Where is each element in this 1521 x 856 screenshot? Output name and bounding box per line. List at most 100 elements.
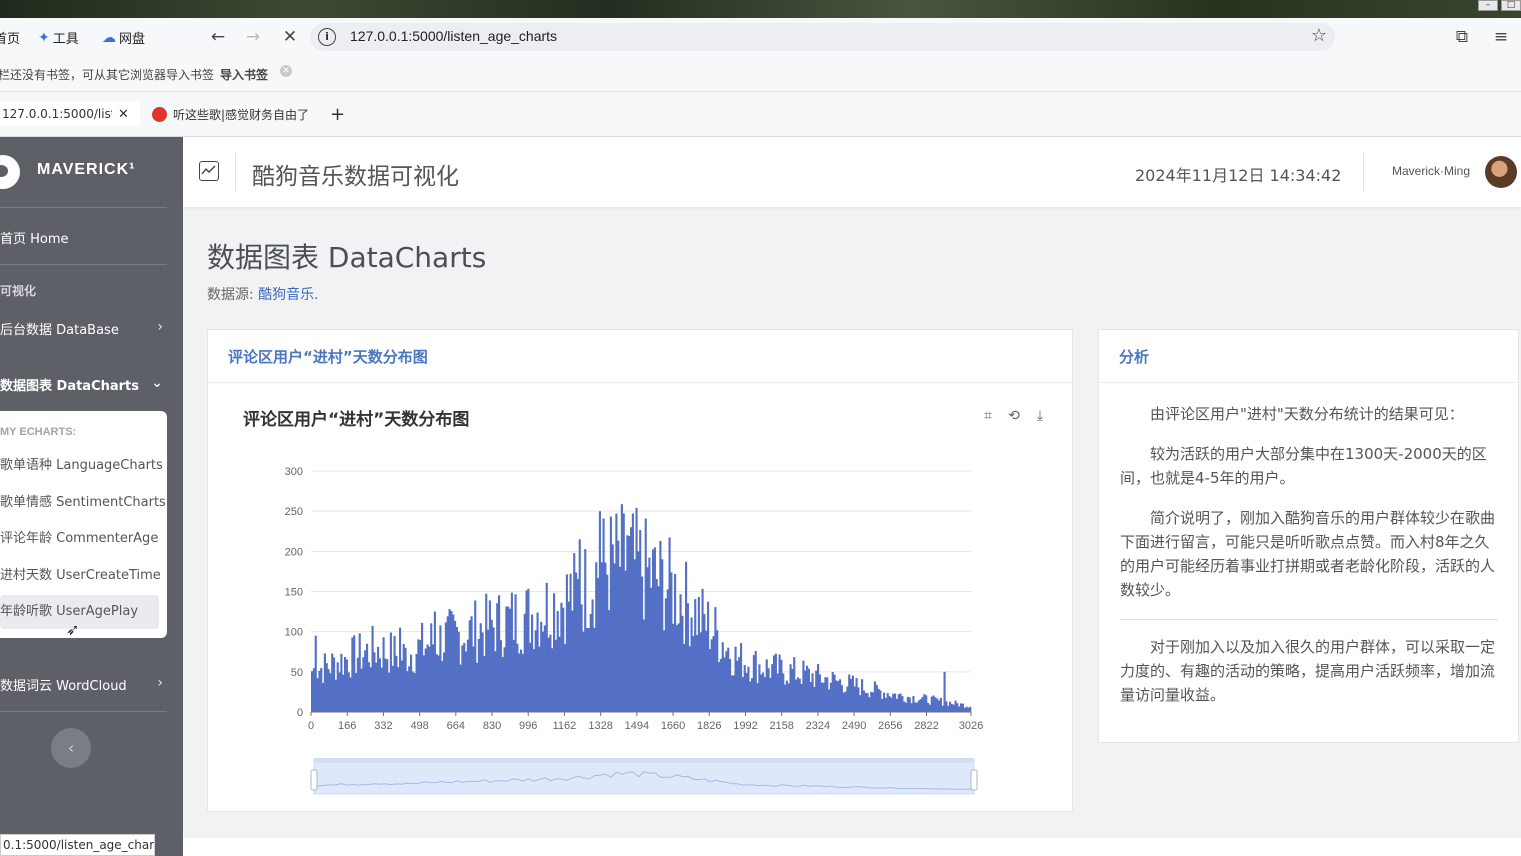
histogram-bar[interactable] (477, 638, 480, 712)
histogram-bar[interactable] (826, 677, 829, 712)
histogram-bar[interactable] (853, 686, 856, 712)
histogram-bar[interactable] (615, 513, 618, 712)
histogram-bar[interactable] (637, 551, 640, 712)
histogram-bar[interactable] (729, 658, 732, 712)
submenu-item-user-create-time[interactable]: 进村天数 UserCreateTime (0, 559, 161, 593)
histogram-bar[interactable] (701, 588, 704, 712)
histogram-bar[interactable] (389, 632, 392, 712)
histogram-bar[interactable] (512, 639, 515, 712)
histogram-bar[interactable] (378, 658, 381, 712)
histogram-bar[interactable] (598, 511, 601, 712)
histogram-bar[interactable] (400, 660, 403, 712)
histogram-bar[interactable] (661, 559, 664, 712)
histogram-bar[interactable] (855, 678, 858, 712)
histogram-bar[interactable] (554, 639, 557, 712)
histogram-bar[interactable] (523, 613, 526, 712)
histogram-bar[interactable] (455, 626, 458, 712)
histogram-bar[interactable] (531, 614, 534, 712)
histogram-bar[interactable] (846, 686, 849, 712)
histogram-bar[interactable] (624, 570, 627, 712)
histogram-bar[interactable] (338, 672, 341, 712)
histogram-bar[interactable] (340, 653, 343, 712)
histogram-bar[interactable] (356, 657, 359, 712)
histogram-bar[interactable] (875, 684, 878, 712)
histogram-bar[interactable] (510, 592, 513, 712)
histogram-bar[interactable] (521, 653, 524, 712)
histogram-bar[interactable] (703, 613, 706, 712)
histogram-bar[interactable] (818, 674, 821, 712)
histogram-bar[interactable] (708, 649, 711, 712)
histogram-bar[interactable] (767, 668, 770, 712)
histogram-bar[interactable] (527, 588, 530, 712)
histogram-bar[interactable] (333, 657, 336, 712)
histogram-bar[interactable] (958, 706, 961, 712)
histogram-bar[interactable] (780, 659, 783, 712)
histogram-bar[interactable] (336, 662, 339, 712)
histogram-bar[interactable] (483, 655, 486, 712)
histogram-bar[interactable] (635, 507, 638, 712)
histogram-bar[interactable] (474, 600, 477, 712)
histogram-bar[interactable] (967, 707, 970, 712)
histogram-bar[interactable] (773, 655, 776, 712)
histogram-bar[interactable] (421, 622, 424, 712)
histogram-bar[interactable] (859, 695, 862, 712)
histogram-bar[interactable] (908, 697, 911, 712)
histogram-bar[interactable] (311, 671, 314, 712)
histogram-bar[interactable] (492, 627, 495, 712)
stop-icon[interactable]: ✕ (279, 26, 301, 48)
histogram-bar[interactable] (485, 593, 488, 712)
histogram-bar[interactable] (642, 619, 645, 712)
histogram-bar[interactable] (399, 627, 402, 712)
histogram-bar[interactable] (835, 680, 838, 712)
histogram-bar[interactable] (828, 689, 831, 712)
histogram-bar[interactable] (331, 653, 334, 712)
histogram-bar[interactable] (927, 702, 930, 712)
histogram-bar[interactable] (571, 610, 574, 712)
histogram-bar[interactable] (668, 537, 671, 712)
histogram-bar[interactable] (432, 644, 435, 712)
histogram-bar[interactable] (793, 657, 796, 712)
histogram-bar[interactable] (626, 535, 629, 712)
histogram-bar[interactable] (683, 643, 686, 712)
histogram-bar[interactable] (417, 639, 420, 712)
histogram-bar[interactable] (868, 697, 871, 712)
histogram-bar[interactable] (613, 563, 616, 712)
histogram-bar[interactable] (965, 706, 968, 712)
close-hint-icon[interactable]: ✕ (280, 65, 292, 77)
histogram-bar[interactable] (736, 660, 739, 712)
histogram-bar[interactable] (686, 603, 689, 712)
histogram-bar[interactable] (809, 682, 812, 712)
histogram-bar[interactable] (928, 704, 931, 712)
histogram-bar[interactable] (914, 702, 917, 712)
histogram-bar[interactable] (580, 604, 583, 712)
histogram-bar[interactable] (749, 681, 752, 712)
histogram-bar[interactable] (641, 576, 644, 712)
avatar[interactable] (1485, 156, 1517, 188)
histogram-bar[interactable] (952, 704, 955, 712)
histogram-bar[interactable] (732, 675, 735, 712)
histogram-bar[interactable] (785, 680, 788, 712)
histogram-bar[interactable] (397, 667, 400, 712)
histogram-bar[interactable] (741, 677, 744, 712)
source-link[interactable]: 酷狗音乐. (258, 287, 318, 303)
histogram-bar[interactable] (584, 549, 587, 712)
histogram-bar[interactable] (712, 636, 715, 712)
sidebar-item-home[interactable]: 首页 Home (0, 228, 167, 247)
histogram-bar[interactable] (499, 640, 502, 712)
histogram-bar[interactable] (945, 701, 948, 712)
histogram-bar[interactable] (949, 701, 952, 712)
histogram-bar[interactable] (344, 657, 347, 712)
histogram-bar[interactable] (375, 662, 378, 712)
histogram-bar[interactable] (848, 674, 851, 712)
histogram-bar[interactable] (556, 611, 559, 712)
histogram-bar[interactable] (441, 660, 444, 712)
histogram-bar[interactable] (468, 620, 471, 712)
new-tab-icon[interactable]: + (330, 102, 345, 126)
histogram-bar[interactable] (446, 616, 449, 712)
histogram-bar[interactable] (650, 587, 653, 712)
histogram-bar[interactable] (716, 630, 719, 712)
histogram-bar[interactable] (820, 682, 823, 712)
histogram-bar[interactable] (380, 667, 383, 712)
histogram-bar[interactable] (639, 530, 642, 712)
histogram-bar[interactable] (314, 635, 317, 712)
